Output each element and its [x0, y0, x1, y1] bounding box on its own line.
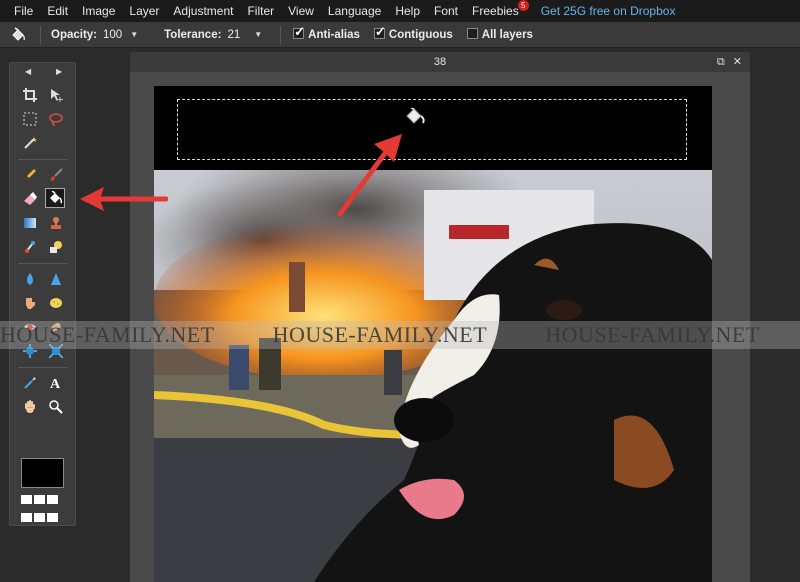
tolerance-label: Tolerance:: [164, 28, 222, 41]
type-icon[interactable]: A: [46, 373, 66, 393]
toolbox-divider: [18, 159, 68, 160]
canvas-filled-region[interactable]: [154, 86, 712, 172]
color-replace-icon[interactable]: [20, 237, 40, 257]
menu-filter[interactable]: Filter: [233, 4, 274, 18]
lasso-icon[interactable]: [46, 109, 66, 129]
opacity-dropdown-icon[interactable]: ▼: [130, 30, 138, 39]
sharpen-icon[interactable]: [46, 269, 66, 289]
swatch-grid[interactable]: [21, 493, 65, 529]
clone-stamp-icon[interactable]: [46, 213, 66, 233]
restore-icon[interactable]: ⧉: [717, 56, 725, 68]
swatch-cell[interactable]: [34, 495, 45, 504]
swatch-cell[interactable]: [21, 495, 32, 504]
menu-view[interactable]: View: [274, 4, 314, 18]
options-divider: [40, 25, 41, 44]
document-window: 38 ⧉ ✕: [130, 52, 750, 582]
toolbox-divider: [18, 263, 68, 264]
menu-freebies[interactable]: Freebies 5: [458, 0, 529, 18]
collapse-left-icon[interactable]: ◀: [25, 67, 31, 76]
watermark-text: HOUSE-FAMILY.NET: [272, 322, 488, 347]
photo-dog-burning-house: [154, 170, 712, 582]
annotation-arrow-up-icon: [337, 134, 402, 217]
contiguous-checkbox[interactable]: [373, 24, 386, 40]
all-layers-checkbox[interactable]: [466, 28, 478, 39]
paint-bucket-icon[interactable]: [45, 188, 65, 208]
menu-adjustment[interactable]: Adjustment: [159, 4, 233, 18]
primary-color-swatch[interactable]: [21, 458, 64, 488]
menu-edit[interactable]: Edit: [33, 4, 68, 18]
contiguous-label: Contiguous: [388, 29, 453, 41]
eraser-icon[interactable]: [20, 189, 40, 209]
move-icon[interactable]: [46, 85, 66, 105]
all-layers-option[interactable]: All layers: [466, 28, 533, 41]
color-picker-icon[interactable]: [20, 373, 40, 393]
pencil-icon[interactable]: [20, 165, 40, 185]
document-title-bar[interactable]: 38 ⧉ ✕: [130, 52, 750, 72]
opacity-input[interactable]: 100: [103, 29, 122, 41]
watermark-band: HOUSE-FAMILY.NET HOUSE-FAMILY.NET HOUSE-…: [0, 321, 800, 349]
toolbox-header: ◀ ▶: [10, 65, 77, 79]
gradient-icon[interactable]: [20, 213, 40, 233]
options-divider: [280, 25, 282, 44]
paint-bucket-icon: [12, 26, 26, 41]
anti-alias-checkbox[interactable]: [293, 24, 305, 40]
tolerance-input[interactable]: 21: [227, 29, 240, 41]
magic-wand-icon[interactable]: [20, 133, 40, 153]
photo-layer[interactable]: [154, 170, 712, 582]
smudge-icon[interactable]: [20, 293, 40, 313]
swatch-cell[interactable]: [47, 495, 58, 504]
watermark-text: HOUSE-FAMILY.NET: [545, 322, 760, 347]
anti-alias-label: Anti-alias: [308, 29, 360, 41]
toolbox-panel: ◀ ▶ A: [9, 62, 76, 526]
toolbox-divider: [18, 367, 68, 368]
opacity-label: Opacity:: [51, 28, 98, 41]
tool-options-bar: Opacity: 100 ▼ Tolerance: 21 ▼ Anti-alia…: [0, 22, 800, 48]
drawing-icon[interactable]: [46, 237, 66, 257]
menu-bar: File Edit Image Layer Adjustment Filter …: [0, 0, 800, 22]
document-controls: ⧉ ✕: [709, 55, 742, 69]
zoom-icon[interactable]: [46, 397, 66, 417]
sponge-icon[interactable]: [46, 293, 66, 313]
blur-icon[interactable]: [20, 269, 40, 289]
contiguous-option[interactable]: Contiguous: [373, 24, 453, 41]
watermark-text: HOUSE-FAMILY.NET: [0, 322, 215, 347]
menu-file[interactable]: File: [0, 4, 33, 18]
svg-text:A: A: [50, 377, 61, 390]
annotation-arrow-left-icon: [80, 187, 168, 211]
menu-font[interactable]: Font: [420, 4, 458, 18]
crop-icon[interactable]: [20, 85, 40, 105]
brush-icon[interactable]: [46, 165, 66, 185]
menu-help[interactable]: Help: [381, 4, 420, 18]
expand-right-icon[interactable]: ▶: [56, 67, 62, 76]
menu-language[interactable]: Language: [314, 4, 381, 18]
tolerance-dropdown-icon[interactable]: ▼: [254, 30, 262, 39]
dropbox-promo-link[interactable]: Get 25G free on Dropbox: [541, 4, 676, 18]
paint-bucket-cursor-icon: [406, 108, 425, 124]
close-icon[interactable]: ✕: [733, 56, 742, 68]
anti-alias-option[interactable]: Anti-alias: [293, 24, 360, 41]
swatch-cell[interactable]: [34, 513, 45, 522]
swatch-cell[interactable]: [21, 513, 32, 522]
hand-icon[interactable]: [20, 397, 40, 417]
marquee-icon[interactable]: [20, 109, 40, 129]
menu-image[interactable]: Image: [68, 4, 115, 18]
menu-freebies-label: Freebies: [472, 4, 519, 18]
menu-layer[interactable]: Layer: [115, 4, 159, 18]
selection-marquee: [177, 99, 687, 160]
document-title: 38: [433, 56, 447, 68]
notification-badge: 5: [517, 0, 529, 11]
swatch-cell[interactable]: [47, 513, 58, 522]
all-layers-label: All layers: [481, 29, 533, 41]
